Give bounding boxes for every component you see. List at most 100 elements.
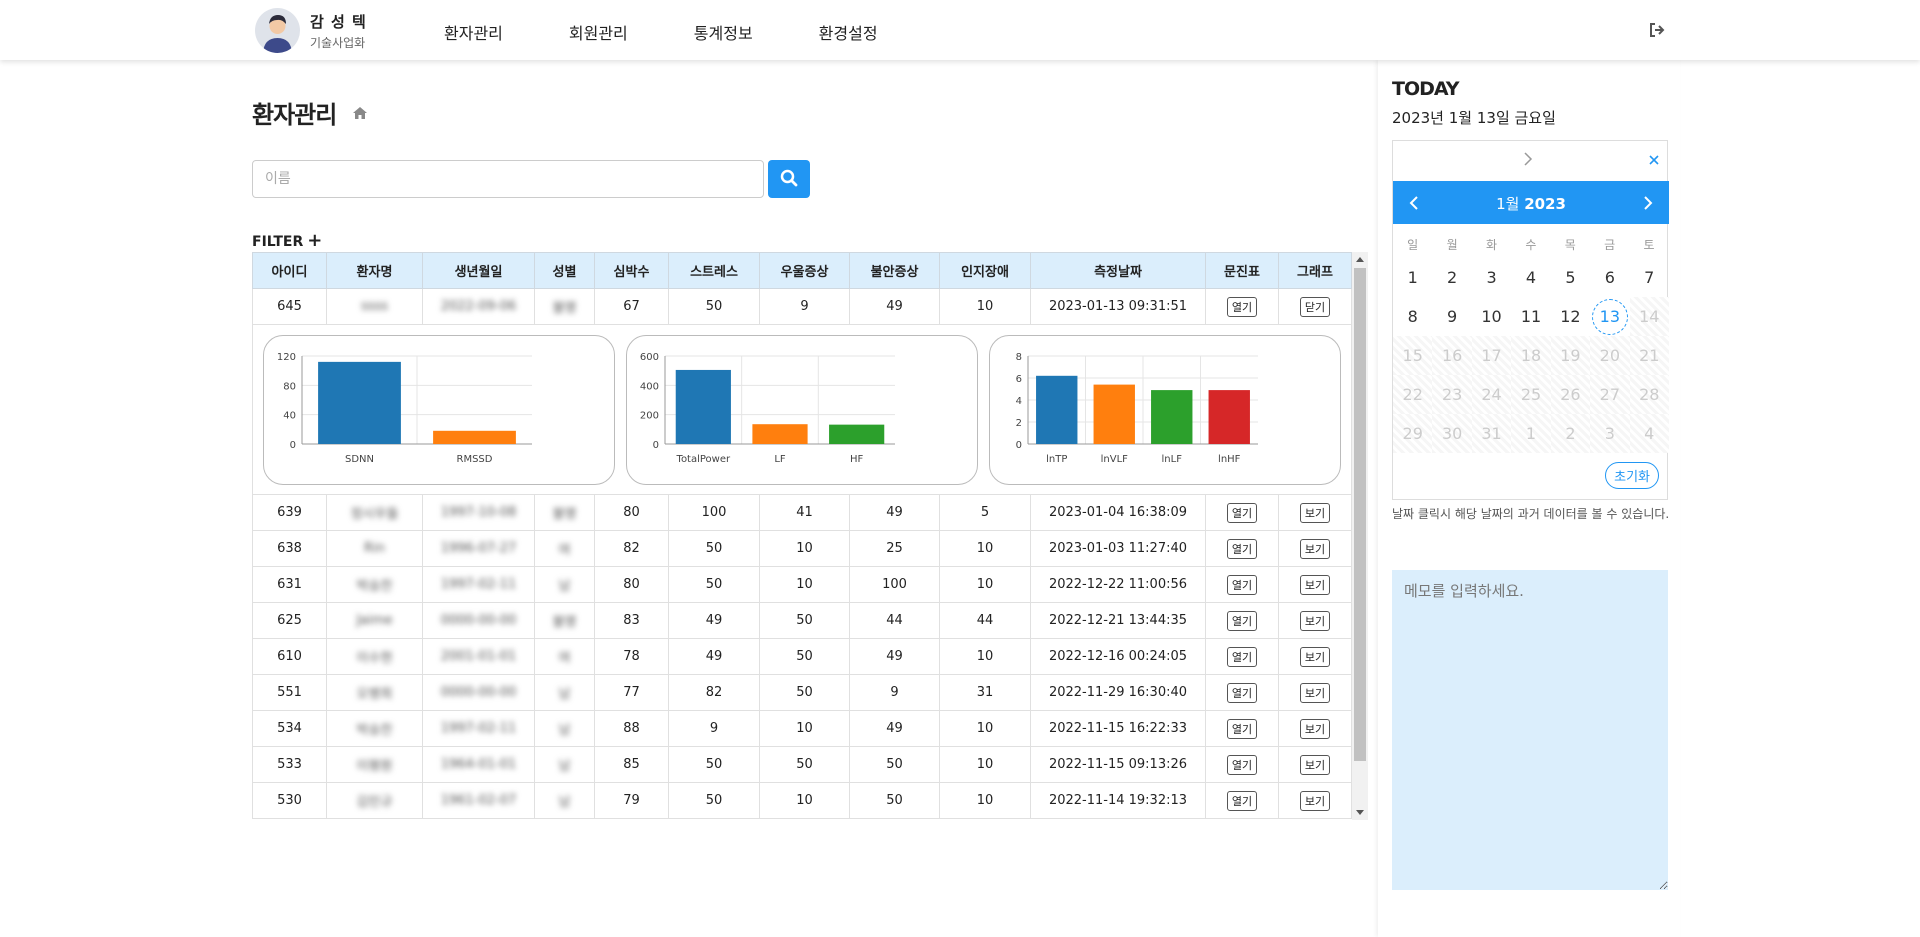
col-cognitive[interactable]: 인지장애 — [939, 252, 1031, 289]
table-row[interactable]: 625 Jaime 0000-00-00 불명 83 49 50 44 44 2022-12-21… — [252, 602, 1352, 639]
col-date[interactable]: 측정날짜 — [1030, 252, 1206, 289]
nav-patient-management[interactable]: 환자관리 — [444, 20, 503, 44]
calendar-day[interactable]: 1 — [1393, 258, 1432, 297]
calendar-day[interactable]: 11 — [1511, 297, 1550, 336]
view-graph-button[interactable]: 보기 — [1299, 574, 1331, 595]
close-graph-button[interactable]: 닫기 — [1299, 296, 1331, 317]
search-input[interactable] — [252, 160, 764, 198]
open-questionnaire-button[interactable]: 열기 — [1226, 538, 1258, 559]
bar-lntp[interactable] — [1036, 375, 1078, 444]
calendar-day[interactable]: 5 — [1551, 258, 1590, 297]
col-gender[interactable]: 성별 — [534, 252, 595, 289]
table-row[interactable]: 551 오병희 0000-00-00 남 77 82 50 9 31 2022-11-29 16:… — [252, 674, 1352, 711]
open-questionnaire-button[interactable]: 열기 — [1226, 646, 1258, 667]
table-row[interactable]: 639 정시우들 1997-10-08 불명 80 100 41 49 5 2023-01-04 … — [252, 494, 1352, 531]
filter-toggle[interactable]: FILTER + — [252, 230, 322, 251]
x-tick-label: LF — [774, 454, 786, 465]
cell-cognitive: 10 — [939, 710, 1031, 747]
clear-icon[interactable] — [1649, 155, 1659, 165]
scroll-up-icon[interactable] — [1356, 257, 1364, 262]
cell-cognitive: 10 — [939, 638, 1031, 675]
bar-lf[interactable] — [752, 424, 808, 444]
table-row[interactable]: 534 박승찬 1997-02-11 남 88 9 10 49 10 2022-11-15 16:… — [252, 710, 1352, 747]
table-row[interactable]: 638 Rin 1996-07-27 여 82 50 10 25 10 2023-01-03 11… — [252, 530, 1352, 567]
calendar-reset-button[interactable]: 초기화 — [1605, 462, 1659, 489]
col-anxiety[interactable]: 불안증상 — [849, 252, 940, 289]
open-questionnaire-button[interactable]: 열기 — [1226, 296, 1258, 317]
col-name[interactable]: 환자명 — [326, 252, 423, 289]
col-depression[interactable]: 우울증상 — [759, 252, 850, 289]
cell-anxiety-text: 9 — [890, 685, 899, 700]
view-graph-button[interactable]: 보기 — [1299, 646, 1331, 667]
table-row[interactable]: 610 이수현 2001-01-01 여 78 49 50 49 10 2022-12-16 00… — [252, 638, 1352, 675]
bar-lnvlf[interactable] — [1093, 384, 1135, 444]
open-questionnaire-button[interactable]: 열기 — [1226, 610, 1258, 631]
cell-date: 2022-11-29 16:30:40 — [1030, 674, 1206, 711]
col-birth[interactable]: 생년월일 — [422, 252, 535, 289]
calendar-day[interactable]: 3 — [1472, 258, 1511, 297]
open-questionnaire-button[interactable]: 열기 — [1226, 574, 1258, 595]
cell-gender-text: 불명 — [552, 301, 577, 316]
view-graph-button[interactable]: 보기 — [1299, 538, 1331, 559]
table-row[interactable]: 530 김민규 1961-02-07 남 79 50 10 50 10 2022-11-14 19… — [252, 782, 1352, 819]
table-row[interactable]: 533 이평원 1964-01-01 남 85 50 50 50 10 2022-11-15 09… — [252, 746, 1352, 783]
top-navbar: 감 성 텍 기술사업화 환자관리 회원관리 통계정보 환경설정 — [0, 0, 1920, 60]
view-graph-button[interactable]: 보기 — [1299, 682, 1331, 703]
open-questionnaire-button[interactable]: 열기 — [1226, 502, 1258, 523]
cell-birth-text: 2022-09-06 — [440, 299, 517, 314]
calendar-date-input[interactable] — [1393, 141, 1669, 179]
scroll-thumb[interactable] — [1354, 268, 1366, 761]
nav-settings[interactable]: 환경설정 — [819, 20, 878, 44]
bar-rmssd[interactable] — [433, 430, 516, 444]
open-questionnaire-button[interactable]: 열기 — [1226, 790, 1258, 811]
open-questionnaire-button[interactable]: 열기 — [1226, 754, 1258, 775]
cell-birth: 0000-00-00 — [422, 602, 535, 639]
calendar-day[interactable]: 9 — [1432, 297, 1471, 336]
col-id[interactable]: 아이디 — [252, 252, 327, 289]
view-graph-button[interactable]: 보기 — [1299, 718, 1331, 739]
x-tick-label: HF — [850, 454, 864, 465]
view-graph-button[interactable]: 보기 — [1299, 610, 1331, 631]
next-month-icon[interactable] — [1643, 195, 1653, 211]
calendar-day[interactable]: 7 — [1630, 258, 1669, 297]
cell-id-text: 551 — [277, 685, 302, 700]
calendar-day[interactable]: 10 — [1472, 297, 1511, 336]
calendar-day[interactable]: 4 — [1511, 258, 1550, 297]
nav-statistics[interactable]: 통계정보 — [694, 20, 753, 44]
logout-icon[interactable] — [1648, 21, 1666, 39]
calendar-day[interactable]: 6 — [1590, 258, 1629, 297]
col-heart-rate[interactable]: 심박수 — [594, 252, 669, 289]
view-graph-button[interactable]: 보기 — [1299, 754, 1331, 775]
cell-graph: 보기 — [1278, 566, 1352, 603]
right-panel: TODAY 2023년 1월 13일 금요일 1월 2023 일월화수목금토 1… — [1378, 60, 1680, 937]
calendar-day-today[interactable]: 13 — [1590, 297, 1629, 336]
scroll-down-icon[interactable] — [1356, 810, 1364, 815]
bar-lnlf[interactable] — [1151, 390, 1193, 444]
bar-lnhf[interactable] — [1208, 390, 1250, 444]
bar-hf[interactable] — [829, 424, 885, 444]
view-graph-button[interactable]: 보기 — [1299, 502, 1331, 523]
table-row[interactable]: 645 ssss 2022-09-06 불명 67 50 9 49 10 2023-01-13 0… — [252, 288, 1352, 325]
table-row[interactable]: 631 박승찬 1997-02-11 남 80 50 10 100 10 2022-12-22 1… — [252, 566, 1352, 603]
bar-sdnn[interactable] — [318, 361, 401, 444]
calendar-day[interactable]: 12 — [1551, 297, 1590, 336]
col-stress[interactable]: 스트레스 — [668, 252, 760, 289]
bar-chart-2: 0 200 400 600 TotalPower LF HF — [640, 352, 895, 465]
table-scrollbar[interactable] — [1352, 252, 1368, 820]
cell-heart-rate-text: 83 — [623, 613, 640, 628]
home-icon[interactable] — [353, 104, 367, 123]
memo-textarea[interactable] — [1392, 570, 1668, 890]
bar-totalpower[interactable] — [675, 369, 731, 444]
calendar-day[interactable]: 8 — [1393, 297, 1432, 336]
col-graph[interactable]: 그래프 — [1278, 252, 1352, 289]
calendar-day[interactable]: 2 — [1432, 258, 1471, 297]
calendar-day: 21 — [1629, 336, 1669, 375]
col-questionnaire[interactable]: 문진표 — [1205, 252, 1279, 289]
search-icon — [780, 169, 798, 186]
user-profile[interactable]: 감 성 텍 기술사업화 — [255, 8, 367, 53]
open-questionnaire-button[interactable]: 열기 — [1226, 718, 1258, 739]
open-questionnaire-button[interactable]: 열기 — [1226, 682, 1258, 703]
view-graph-button[interactable]: 보기 — [1299, 790, 1331, 811]
search-button[interactable] — [768, 160, 810, 198]
nav-member-management[interactable]: 회원관리 — [569, 20, 628, 44]
